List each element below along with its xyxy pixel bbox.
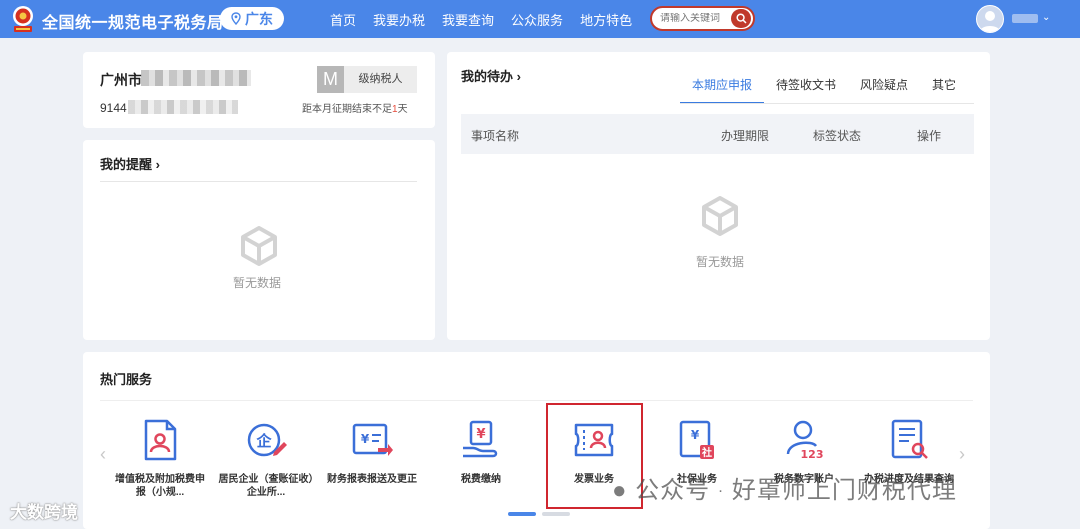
enterprise-income-tax-icon: 企 — [247, 423, 287, 457]
carousel-prev-arrow-icon[interactable]: ‹ — [100, 444, 106, 465]
progress-query-icon — [891, 419, 928, 459]
nav-item-home[interactable]: 首页 — [330, 10, 356, 29]
credit-level-badge: M — [317, 66, 344, 93]
tax-payment-icon: ¥ — [463, 420, 498, 458]
svg-text:¥: ¥ — [476, 427, 485, 442]
region-label: 广东 — [245, 10, 273, 27]
wechat-icon: ● — [612, 477, 628, 504]
search-button[interactable] — [731, 9, 751, 28]
empty-state-text: 暂无数据 — [233, 276, 282, 290]
tab-risk-issues[interactable]: 风险疑点 — [848, 78, 920, 104]
service-vat-declaration[interactable]: 增值税及附加税费申报（小规... — [112, 418, 208, 499]
social-security-icon: ¥ 社 — [679, 420, 714, 459]
region-selector-button[interactable]: 广东 — [220, 7, 284, 30]
tax-id: 9144 — [100, 101, 127, 115]
deadline-text: 距本月征期结束不足 — [302, 104, 392, 115]
my-reminders-card: 我的提醒 › 暂无数据 — [83, 140, 435, 340]
svg-text:社: 社 — [701, 446, 712, 459]
hot-services-title: 热门服务 — [100, 372, 153, 387]
svg-text:企: 企 — [255, 432, 272, 450]
tax-bureau-emblem-icon — [13, 6, 33, 32]
empty-state-text: 暂无数据 — [696, 255, 745, 269]
service-label: 财务报表报送及更正 — [327, 474, 417, 485]
nav-item-handle-tax[interactable]: 我要办税 — [373, 10, 425, 29]
watermark-right: ● 公众号 · 好罩师上门财税代理 — [612, 470, 957, 505]
column-header-item-name: 事项名称 — [471, 129, 520, 143]
service-tax-payment[interactable]: ¥ 税费缴纳 — [433, 418, 529, 499]
financial-report-icon: ¥ — [352, 423, 393, 456]
nav-item-query[interactable]: 我要查询 — [442, 10, 494, 29]
column-header-deadline: 办理期限 — [721, 129, 770, 143]
digital-account-icon: 123 — [786, 420, 824, 461]
divider — [100, 181, 417, 182]
reminders-title-link[interactable]: 我的提醒 › — [100, 154, 160, 173]
invoice-icon — [574, 423, 614, 457]
tabs-underline — [680, 103, 974, 104]
svg-text:123: 123 — [801, 448, 824, 461]
carousel-page-1[interactable] — [508, 512, 536, 516]
column-header-action: 操作 — [917, 129, 942, 143]
deadline-notice: 距本月征期结束不足1天 — [302, 100, 408, 115]
column-header-tag-status: 标签状态 — [813, 129, 862, 143]
site-title[interactable]: 全国统一规范电子税务局 — [42, 9, 224, 33]
user-name-redacted[interactable] — [1012, 14, 1038, 23]
service-label: 税费缴纳 — [461, 474, 501, 485]
chevron-down-icon[interactable]: ⌄ — [1042, 12, 1050, 23]
nav-item-public-service[interactable]: 公众服务 — [511, 10, 563, 29]
company-name: 广州市 — [100, 72, 142, 88]
tax-id-redacted — [128, 100, 238, 114]
user-icon — [980, 11, 1000, 32]
tab-others[interactable]: 其它 — [920, 78, 968, 104]
carousel-next-arrow-icon[interactable]: › — [959, 444, 965, 465]
svg-text:¥: ¥ — [691, 428, 700, 442]
vat-declaration-icon — [144, 419, 177, 461]
empty-box-icon — [241, 226, 277, 266]
separator: · — [717, 482, 725, 500]
watermark-left-text: 大数跨境 — [10, 503, 78, 522]
user-avatar[interactable] — [976, 5, 1004, 33]
carousel-pagination — [508, 512, 570, 516]
service-enterprise-income-tax[interactable]: 企 居民企业（查账征收）企业所... — [218, 418, 314, 499]
deadline-unit: 天 — [397, 104, 408, 115]
empty-box-icon — [702, 196, 738, 236]
search-input[interactable] — [660, 13, 734, 24]
nav-item-local-features[interactable]: 地方特色 — [580, 10, 632, 29]
company-name-redacted — [141, 70, 251, 86]
search-icon — [735, 13, 747, 24]
location-pin-icon — [231, 12, 241, 25]
watermark-account-name: 好罩师上门财税代理 — [731, 477, 957, 504]
service-label: 增值税及附加税费申报（小规... — [115, 474, 205, 498]
tab-current-declaration[interactable]: 本期应申报 — [680, 78, 765, 104]
svg-text:¥: ¥ — [361, 432, 370, 446]
service-financial-report[interactable]: ¥ 财务报表报送及更正 — [324, 418, 420, 499]
company-info-card: 广州市 9144 M 级纳税人 距本月征期结束不足1天 — [83, 52, 435, 128]
todo-table-header: 事项名称 办理期限 标签状态 操作 — [461, 114, 974, 154]
my-todo-card: 我的待办 › 本期应申报 待签收文书 风险疑点 其它 事项名称 办理期限 标签状… — [447, 52, 990, 340]
divider — [100, 400, 973, 401]
search-box — [650, 6, 755, 31]
top-navigation-bar: 全国统一规范电子税务局 广东 首页 我要办税 我要查询 公众服务 地方特色 ⌄ — [0, 0, 1080, 38]
todo-title-link[interactable]: 我的待办 › — [461, 66, 521, 85]
taxpayer-type-label: 级纳税人 — [344, 66, 417, 93]
todo-tabs: 本期应申报 待签收文书 风险疑点 其它 — [680, 78, 968, 104]
watermark-left: 大数跨境 — [10, 498, 78, 523]
service-label: 居民企业（查账征收）企业所... — [218, 474, 314, 498]
watermark-account-label: 公众号 — [635, 477, 711, 504]
tab-pending-documents[interactable]: 待签收文书 — [764, 78, 848, 104]
main-nav: 首页 我要办税 我要查询 公众服务 地方特色 — [330, 10, 649, 29]
carousel-page-2[interactable] — [542, 512, 570, 516]
